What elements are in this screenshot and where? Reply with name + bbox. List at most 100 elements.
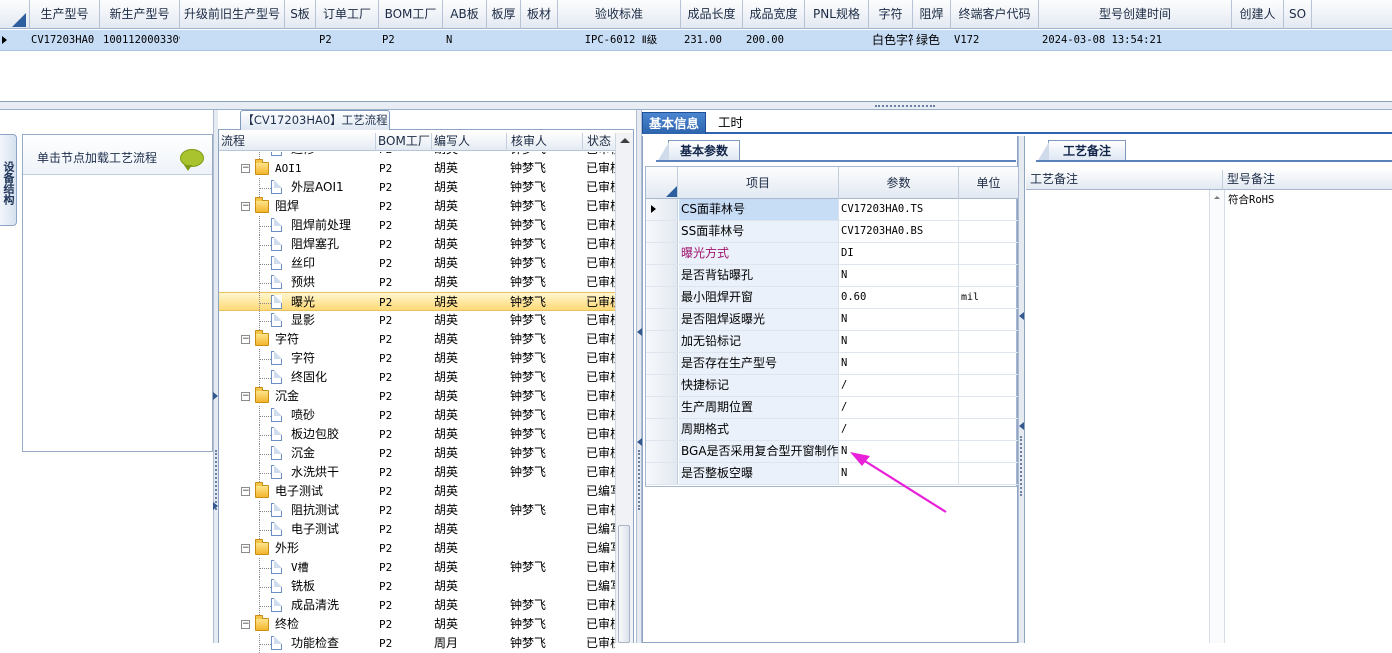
col-length[interactable]: 成品长度: [681, 0, 743, 29]
col-s-board[interactable]: S板: [285, 0, 316, 29]
col-pnl-spec[interactable]: PNL规格: [805, 0, 869, 29]
param-value[interactable]: CV17203HA0.BS: [839, 221, 959, 242]
tree-row[interactable]: − AOI1 P2 胡英 钟梦飞 已审核: [219, 159, 615, 178]
model-remark-text[interactable]: 符合RoHS: [1228, 192, 1274, 207]
col-create-time[interactable]: 型号创建时间: [1039, 0, 1232, 29]
col-solder-mask[interactable]: 阻焊: [913, 0, 951, 29]
tab-basic-info[interactable]: 基本信息: [642, 112, 707, 134]
side-tab-device-structure[interactable]: 设备结构: [0, 134, 17, 226]
param-row-header[interactable]: [646, 463, 678, 484]
param-value[interactable]: DI: [839, 243, 959, 264]
col-material[interactable]: 板材: [521, 0, 558, 29]
param-row[interactable]: 周期格式 /: [646, 419, 1018, 441]
col-process-remark[interactable]: 工艺备注: [1026, 170, 1223, 190]
tree-row[interactable]: 返修P2 胡英钟梦飞已审核: [219, 152, 615, 159]
subtab-process-remark[interactable]: 工艺备注: [1037, 140, 1126, 162]
horizontal-splitter[interactable]: [0, 102, 1392, 110]
subtab-basic-params[interactable]: 基本参数: [657, 140, 740, 162]
cell-prod-model[interactable]: CV17203HA0: [28, 30, 100, 50]
node-panel-header[interactable]: 单击节点加载工艺流程: [23, 135, 212, 175]
col-new-prod-model[interactable]: 新生产型号: [100, 0, 180, 29]
cell-width[interactable]: 200.00: [743, 30, 805, 50]
param-row[interactable]: 曝光方式 DI: [646, 243, 1018, 265]
param-row[interactable]: 快捷标记 /: [646, 375, 1018, 397]
tree-row[interactable]: − 终检 P2 胡英 钟梦飞 已审核: [219, 615, 615, 634]
cell-creator[interactable]: [1232, 30, 1284, 50]
tree-row[interactable]: 电子测试 P2 胡英 已编写: [219, 520, 615, 539]
cell-thickness[interactable]: [487, 30, 521, 50]
cell-new-prod-model[interactable]: 10011200033095: [100, 30, 180, 50]
grid-corner[interactable]: [0, 0, 30, 29]
collapse-toggle-icon[interactable]: −: [241, 544, 250, 553]
cell-create-time[interactable]: 2024-03-08 13:54:21: [1039, 30, 1232, 50]
param-value[interactable]: CV17203HA0.TS: [839, 199, 959, 220]
tree-row[interactable]: 功能检查 P2 周月 钟梦飞 已审核: [219, 634, 615, 653]
tree-row[interactable]: − 阻焊 P2 胡英 钟梦飞 已审核: [219, 197, 615, 216]
tree-row[interactable]: 喷砂 P2 胡英 钟梦飞 已审核: [219, 406, 615, 425]
tree-row[interactable]: − 电子测试 P2 胡英 已编写: [219, 482, 615, 501]
tree-row[interactable]: − 外形 P2 胡英 已编写: [219, 539, 615, 558]
product-grid-row[interactable]: CV17203HA010011200033095P2P2NIPC-6012 Ⅱ级…: [0, 30, 1392, 51]
tree-row[interactable]: 阻焊前处理 P2 胡英 钟梦飞 已审核: [219, 216, 615, 235]
col-silkscreen[interactable]: 字符: [869, 0, 913, 29]
param-row[interactable]: 是否整板空曝 N: [646, 463, 1018, 485]
param-row-header[interactable]: [646, 243, 678, 264]
param-row-header[interactable]: [646, 199, 678, 220]
param-row-header[interactable]: [646, 353, 678, 374]
tree-row[interactable]: 曝光 P2 胡英 钟梦飞 已审核: [219, 292, 615, 312]
col-model-remark[interactable]: 型号备注: [1223, 170, 1392, 190]
tree-row[interactable]: − 沉金 P2 胡英 钟梦飞 已审核: [219, 387, 615, 406]
col-bom-factory[interactable]: BOM工厂: [376, 133, 432, 151]
tree-row[interactable]: 显影 P2 胡英 钟梦飞 已审核: [219, 311, 615, 330]
tree-scrollbar[interactable]: [615, 133, 633, 643]
param-row-header[interactable]: [646, 331, 678, 352]
param-value[interactable]: /: [839, 375, 959, 396]
col-width[interactable]: 成品宽度: [743, 0, 805, 29]
param-row[interactable]: SS面菲林号 CV17203HA0.BS: [646, 221, 1018, 243]
tree-row[interactable]: 丝印 P2 胡英 钟梦飞 已审核: [219, 254, 615, 273]
param-row-header[interactable]: [646, 419, 678, 440]
col-so[interactable]: SO: [1284, 0, 1312, 29]
col-flow[interactable]: 流程: [219, 133, 376, 151]
tree-row[interactable]: 阻焊塞孔 P2 胡英 钟梦飞 已审核: [219, 235, 615, 254]
param-value[interactable]: /: [839, 419, 959, 440]
param-value[interactable]: N: [839, 353, 959, 374]
collapse-toggle-icon[interactable]: −: [241, 202, 250, 211]
cell-silkscreen[interactable]: 白色字符: [869, 30, 913, 50]
cell-bom-factory[interactable]: P2: [379, 30, 443, 50]
tree-row[interactable]: 板边包胶 P2 胡英 钟梦飞 已审核: [219, 425, 615, 444]
collapse-toggle-icon[interactable]: −: [241, 487, 250, 496]
col-param[interactable]: 参数: [839, 167, 959, 199]
param-value[interactable]: N: [839, 265, 959, 286]
param-row[interactable]: 生产周期位置 /: [646, 397, 1018, 419]
cell-ab-board[interactable]: N: [443, 30, 487, 50]
collapse-toggle-icon[interactable]: −: [241, 335, 250, 344]
cell-so[interactable]: [1284, 30, 1312, 50]
tree-row[interactable]: 阻抗测试 P2 胡英 钟梦飞 已审核: [219, 501, 615, 520]
col-bom-factory[interactable]: BOM工厂: [379, 0, 443, 29]
tree-row[interactable]: 预烘 P2 胡英 钟梦飞 已审核: [219, 273, 615, 292]
param-row-header[interactable]: [646, 265, 678, 286]
param-row-header[interactable]: [646, 375, 678, 396]
param-value[interactable]: N: [839, 463, 959, 484]
cell-order-factory[interactable]: P2: [316, 30, 379, 50]
col-item[interactable]: 项目: [678, 167, 839, 199]
col-unit[interactable]: 单位: [959, 167, 1018, 199]
col-end-customer-code[interactable]: 终端客户代码: [951, 0, 1039, 29]
param-row-header[interactable]: [646, 221, 678, 242]
collapse-toggle-icon[interactable]: −: [241, 392, 250, 401]
tree-row[interactable]: V槽 P2 胡英 钟梦飞 已审核: [219, 558, 615, 577]
cell-solder-mask[interactable]: 绿色: [913, 30, 951, 50]
scroll-up-arrow-icon[interactable]: [1214, 196, 1220, 199]
param-row[interactable]: 是否阻焊返曝光 N: [646, 309, 1018, 331]
cell-old-prod-model[interactable]: [180, 30, 285, 50]
cell-material[interactable]: [521, 30, 558, 50]
param-row[interactable]: 加无铅标记 N: [646, 331, 1018, 353]
param-row-header[interactable]: [646, 441, 678, 462]
param-row[interactable]: 是否存在生产型号 N: [646, 353, 1018, 375]
collapse-toggle-icon[interactable]: −: [241, 620, 250, 629]
param-row[interactable]: 最小阻焊开窗 0.60 mil: [646, 287, 1018, 309]
tree-row[interactable]: 成品清洗 P2 胡英 钟梦飞 已审核: [219, 596, 615, 615]
tree-row[interactable]: 水洗烘干 P2 胡英 钟梦飞 已审核: [219, 463, 615, 482]
cell-pnl-spec[interactable]: [805, 30, 869, 50]
